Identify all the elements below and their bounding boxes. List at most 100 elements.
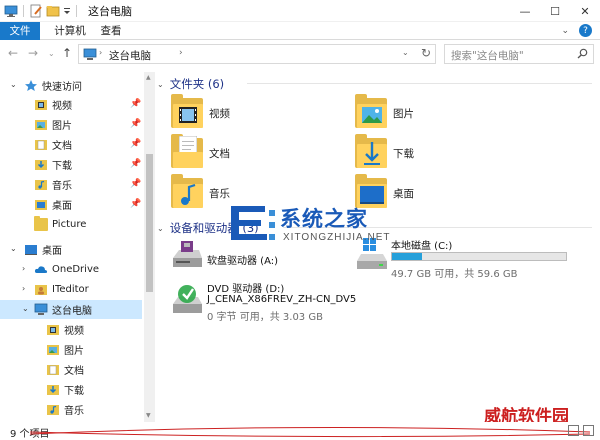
expand-ribbon-icon[interactable]: ⌄ [561, 26, 569, 36]
sidebar-item-quick-access[interactable]: ⌄ 快速访问 [0, 76, 140, 95]
expand-chevron-icon[interactable]: ⌄ [10, 244, 17, 253]
large-icons-view-icon[interactable] [583, 425, 594, 436]
collapse-chevron-icon[interactable]: ⌄ [157, 80, 164, 89]
tab-view[interactable]: 查看 [96, 22, 126, 40]
sidebar-item-pictures[interactable]: 图片 📌 [0, 115, 141, 134]
brand-watermark: 系统之家 XITONGZHIJIA.NET [225, 200, 425, 250]
details-view-icon[interactable] [568, 425, 579, 436]
folders-section-header[interactable]: ⌄ 文件夹 (6) [157, 76, 224, 92]
folder-pictures[interactable]: 图片 [355, 94, 505, 134]
user-folder-icon [34, 283, 48, 296]
scroll-up-icon[interactable]: ▲ [146, 74, 151, 81]
sidebar-item-onedrive[interactable]: › OneDrive [0, 260, 140, 279]
floppy-drive-icon [171, 240, 203, 273]
chevron-right-icon[interactable]: › [99, 48, 102, 57]
sidebar-item-videos[interactable]: 视频 📌 [0, 95, 142, 114]
properties-icon[interactable] [29, 4, 43, 18]
star-icon [24, 79, 38, 92]
chevron-down-icon[interactable]: ⌄ [402, 48, 409, 57]
sidebar-item-label: 音乐 [52, 181, 72, 192]
sidebar-scrollbar[interactable]: ▲ ▼ [144, 72, 155, 422]
customize-dropdown-icon[interactable] [63, 4, 71, 18]
section-divider [247, 83, 592, 84]
expand-chevron-icon[interactable]: ⌄ [10, 80, 17, 89]
sidebar-item-this-pc[interactable]: ⌄ 这台电脑 [0, 300, 142, 319]
sidebar-item-pc-videos[interactable]: 视频 [0, 320, 140, 339]
sidebar-item-label: 这台电脑 [52, 306, 92, 317]
search-placeholder: 搜索"这台电脑" [451, 50, 524, 62]
sidebar-item-iteditor[interactable]: › ITeditor [0, 280, 140, 299]
video-folder-icon [46, 323, 60, 336]
sidebar-item-desktop[interactable]: 桌面 📌 [0, 195, 141, 214]
sidebar-item-downloads[interactable]: 下载 📌 [0, 155, 142, 174]
ribbon-right-controls: ⌄ ? [561, 24, 592, 37]
computer-icon [34, 303, 48, 316]
sidebar-item-pc-music[interactable]: 音乐 [0, 400, 140, 419]
folder-label: 文档 [209, 148, 230, 160]
status-bar: 9 个项目 [0, 422, 600, 440]
pin-icon: 📌 [130, 99, 142, 109]
folder-label: 音乐 [209, 188, 230, 200]
back-arrow-icon[interactable]: ← [8, 46, 18, 60]
sidebar-item-pc-documents[interactable]: 文档 [0, 360, 140, 379]
tab-computer[interactable]: 计算机 [50, 22, 90, 40]
window-title: 这台电脑 [88, 5, 132, 18]
maximize-button[interactable]: ☐ [540, 0, 570, 22]
drive-dvd-d[interactable]: DVD 驱动器 (D:) J_CENA_X86FREV_ZH-CN_DV5 0 … [171, 280, 431, 326]
address-bar[interactable]: › 这台电脑 › ⌄ ↻ [78, 44, 436, 64]
close-button[interactable]: ✕ [570, 0, 600, 22]
new-folder-icon[interactable] [46, 4, 60, 18]
sidebar-item-label: Picture [52, 219, 87, 230]
pin-icon: 📌 [130, 159, 142, 169]
music-folder-icon [34, 178, 48, 191]
folder-videos[interactable]: 视频 [171, 94, 321, 134]
folder-label: 视频 [209, 108, 230, 120]
expand-chevron-icon[interactable]: ⌄ [22, 304, 29, 313]
navigation-pane: ⌄ 快速访问 视频 📌 图片 📌 文档 📌 下载 📌 音乐 📌 桌面 📌 Pic… [0, 72, 155, 422]
documents-folder-icon [171, 134, 203, 170]
sidebar-item-pc-downloads[interactable]: 下载 [0, 380, 140, 399]
refresh-icon[interactable]: ↻ [421, 46, 431, 60]
expand-chevron-icon[interactable]: › [22, 264, 25, 273]
sidebar-item-picture[interactable]: Picture [0, 215, 140, 234]
desktop-icon [24, 243, 38, 256]
minimize-button[interactable]: — [510, 0, 540, 22]
pictures-folder-icon [46, 343, 60, 356]
sidebar-item-label: OneDrive [52, 264, 100, 275]
collapse-chevron-icon[interactable]: ⌄ [157, 224, 164, 233]
decorative-underline [30, 426, 590, 438]
computer-icon[interactable] [4, 4, 18, 18]
title-bar: 这台电脑 — ☐ ✕ [0, 0, 600, 22]
expand-chevron-icon[interactable]: › [22, 284, 25, 293]
up-arrow-icon[interactable]: ↑ [62, 46, 72, 60]
sidebar-item-label: 视频 [52, 101, 72, 112]
sidebar-item-pc-pictures[interactable]: 图片 [0, 340, 140, 359]
scroll-down-icon[interactable]: ▼ [146, 412, 151, 419]
address-path[interactable]: 这台电脑 [109, 48, 151, 63]
sidebar-item-music[interactable]: 音乐 📌 [0, 175, 141, 194]
folder-label: 桌面 [393, 188, 414, 200]
folder-downloads[interactable]: 下载 [355, 134, 505, 174]
search-input[interactable]: 搜索"这台电脑" [444, 44, 594, 64]
tab-file[interactable]: 文件 [0, 22, 40, 40]
sidebar-item-documents[interactable]: 文档 📌 [0, 135, 141, 154]
address-row: ← → ⌄ ↑ › 这台电脑 › ⌄ ↻ 搜索"这台电脑" [0, 40, 600, 68]
pictures-folder-icon [34, 118, 48, 131]
folder-documents[interactable]: 文档 [171, 134, 321, 174]
forward-arrow-icon[interactable]: → [28, 46, 38, 60]
drive-usage: 0 字节 可用，共 3.03 GB [207, 312, 323, 323]
help-icon[interactable]: ? [579, 24, 592, 37]
search-icon[interactable] [577, 48, 588, 62]
sidebar-item-label: 文档 [64, 366, 84, 377]
chevron-right-icon[interactable]: › [179, 48, 183, 58]
video-folder-icon [34, 98, 48, 111]
sidebar-item-desktop-root[interactable]: ⌄ 桌面 [0, 240, 140, 259]
dvd-drive-icon [171, 284, 203, 319]
desktop-folder-icon [34, 198, 48, 211]
music-folder-icon [46, 403, 60, 416]
video-folder-icon [171, 94, 203, 130]
section-title: 文件夹 (6) [169, 77, 225, 91]
recent-locations-chevron-icon[interactable]: ⌄ [48, 49, 55, 58]
scrollbar-thumb[interactable] [146, 154, 153, 292]
brand-logo-icon [225, 200, 279, 249]
